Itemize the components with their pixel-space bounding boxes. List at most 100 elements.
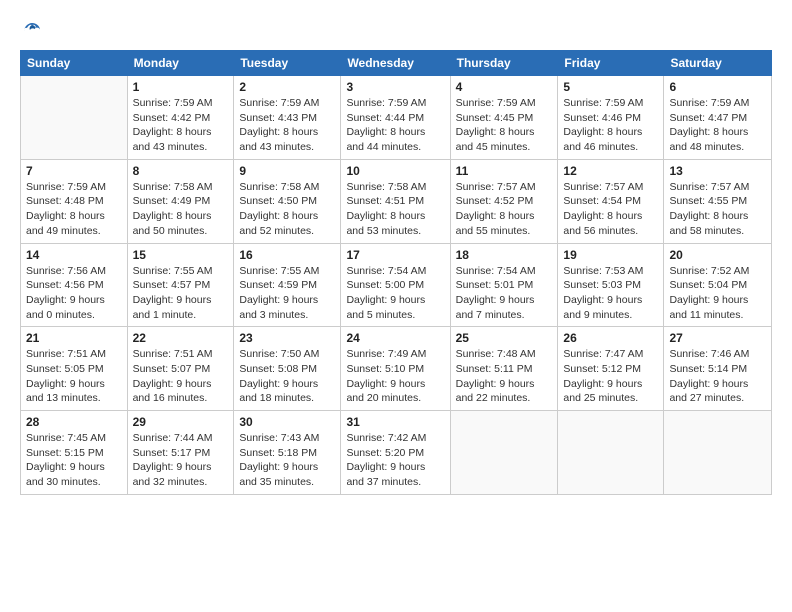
day-info: Sunrise: 7:57 AM Sunset: 4:55 PM Dayligh… [669,180,766,239]
cell-week3-day1: 15 Sunrise: 7:55 AM Sunset: 4:57 PM Dayli… [127,243,234,327]
day-number: 31 [346,415,444,429]
day-info: Sunrise: 7:45 AM Sunset: 5:15 PM Dayligh… [26,431,122,490]
day-number: 14 [26,248,122,262]
day-number: 6 [669,80,766,94]
day-number: 22 [133,331,229,345]
weekday-header-row: Sunday Monday Tuesday Wednesday Thursday… [21,51,772,76]
header-saturday: Saturday [664,51,772,76]
day-info: Sunrise: 7:43 AM Sunset: 5:18 PM Dayligh… [239,431,335,490]
day-number: 29 [133,415,229,429]
week-row-3: 14 Sunrise: 7:56 AM Sunset: 4:56 PM Dayli… [21,243,772,327]
day-info: Sunrise: 7:47 AM Sunset: 5:12 PM Dayligh… [563,347,658,406]
day-number: 20 [669,248,766,262]
cell-week1-day3: 3 Sunrise: 7:59 AM Sunset: 4:44 PM Daylig… [341,76,450,160]
header-tuesday: Tuesday [234,51,341,76]
cell-week3-day5: 19 Sunrise: 7:53 AM Sunset: 5:03 PM Dayli… [558,243,664,327]
header-thursday: Thursday [450,51,558,76]
day-info: Sunrise: 7:58 AM Sunset: 4:50 PM Dayligh… [239,180,335,239]
week-row-1: 1 Sunrise: 7:59 AM Sunset: 4:42 PM Daylig… [21,76,772,160]
cell-week1-day0 [21,76,128,160]
day-number: 16 [239,248,335,262]
cell-week2-day4: 11Sunrise: 7:57 AM Sunset: 4:52 PM Dayli… [450,159,558,243]
cell-week1-day5: 5 Sunrise: 7:59 AM Sunset: 4:46 PM Daylig… [558,76,664,160]
cell-week2-day2: 9 Sunrise: 7:58 AM Sunset: 4:50 PM Daylig… [234,159,341,243]
cell-week1-day1: 1 Sunrise: 7:59 AM Sunset: 4:42 PM Daylig… [127,76,234,160]
day-number: 23 [239,331,335,345]
cell-week5-day1: 29 Sunrise: 7:44 AM Sunset: 5:17 PM Dayli… [127,411,234,495]
day-number: 24 [346,331,444,345]
cell-week4-day5: 26 Sunrise: 7:47 AM Sunset: 5:12 PM Dayli… [558,327,664,411]
logo [20,20,42,40]
day-info: Sunrise: 7:52 AM Sunset: 5:04 PM Dayligh… [669,264,766,323]
cell-week5-day2: 30 Sunrise: 7:43 AM Sunset: 5:18 PM Dayli… [234,411,341,495]
day-info: Sunrise: 7:55 AM Sunset: 4:59 PM Dayligh… [239,264,335,323]
day-number: 11 [456,164,553,178]
day-info: Sunrise: 7:50 AM Sunset: 5:08 PM Dayligh… [239,347,335,406]
day-number: 5 [563,80,658,94]
day-info: Sunrise: 7:44 AM Sunset: 5:17 PM Dayligh… [133,431,229,490]
header-sunday: Sunday [21,51,128,76]
cell-week2-day3: 10 Sunrise: 7:58 AM Sunset: 4:51 PM Dayli… [341,159,450,243]
day-number: 26 [563,331,658,345]
cell-week3-day2: 16 Sunrise: 7:55 AM Sunset: 4:59 PM Dayli… [234,243,341,327]
day-info: Sunrise: 7:59 AM Sunset: 4:42 PM Dayligh… [133,96,229,155]
day-info: Sunrise: 7:57 AM Sunset: 4:54 PM Dayligh… [563,180,658,239]
cell-week3-day4: 18 Sunrise: 7:54 AM Sunset: 5:01 PM Dayli… [450,243,558,327]
cell-week5-day5 [558,411,664,495]
day-info: Sunrise: 7:46 AM Sunset: 5:14 PM Dayligh… [669,347,766,406]
cell-week5-day0: 28 Sunrise: 7:45 AM Sunset: 5:15 PM Dayli… [21,411,128,495]
cell-week4-day4: 25Sunrise: 7:48 AM Sunset: 5:11 PM Dayli… [450,327,558,411]
cell-week4-day6: 27 Sunrise: 7:46 AM Sunset: 5:14 PM Dayli… [664,327,772,411]
week-row-5: 28 Sunrise: 7:45 AM Sunset: 5:15 PM Dayli… [21,411,772,495]
day-number: 8 [133,164,229,178]
day-number: 9 [239,164,335,178]
day-number: 13 [669,164,766,178]
cell-week4-day0: 21 Sunrise: 7:51 AM Sunset: 5:05 PM Dayli… [21,327,128,411]
day-info: Sunrise: 7:59 AM Sunset: 4:44 PM Dayligh… [346,96,444,155]
day-info: Sunrise: 7:55 AM Sunset: 4:57 PM Dayligh… [133,264,229,323]
cell-week2-day0: 7 Sunrise: 7:59 AM Sunset: 4:48 PM Daylig… [21,159,128,243]
day-number: 10 [346,164,444,178]
day-info: Sunrise: 7:42 AM Sunset: 5:20 PM Dayligh… [346,431,444,490]
day-info: Sunrise: 7:58 AM Sunset: 4:51 PM Dayligh… [346,180,444,239]
day-info: Sunrise: 7:59 AM Sunset: 4:43 PM Dayligh… [239,96,335,155]
day-number: 2 [239,80,335,94]
day-info: Sunrise: 7:53 AM Sunset: 5:03 PM Dayligh… [563,264,658,323]
header-friday: Friday [558,51,664,76]
cell-week3-day0: 14 Sunrise: 7:56 AM Sunset: 4:56 PM Dayli… [21,243,128,327]
header-monday: Monday [127,51,234,76]
day-number: 15 [133,248,229,262]
day-number: 1 [133,80,229,94]
cell-week5-day4 [450,411,558,495]
day-info: Sunrise: 7:59 AM Sunset: 4:46 PM Dayligh… [563,96,658,155]
week-row-2: 7 Sunrise: 7:59 AM Sunset: 4:48 PM Daylig… [21,159,772,243]
day-info: Sunrise: 7:49 AM Sunset: 5:10 PM Dayligh… [346,347,444,406]
header-wednesday: Wednesday [341,51,450,76]
day-info: Sunrise: 7:54 AM Sunset: 5:00 PM Dayligh… [346,264,444,323]
day-number: 21 [26,331,122,345]
calendar-table: Sunday Monday Tuesday Wednesday Thursday… [20,50,772,495]
day-number: 3 [346,80,444,94]
cell-week1-day6: 6 Sunrise: 7:59 AM Sunset: 4:47 PM Daylig… [664,76,772,160]
day-number: 27 [669,331,766,345]
day-number: 4 [456,80,553,94]
day-number: 18 [456,248,553,262]
cell-week2-day6: 13 Sunrise: 7:57 AM Sunset: 4:55 PM Dayli… [664,159,772,243]
logo-bird-icon [22,20,42,40]
day-number: 19 [563,248,658,262]
cell-week1-day2: 2 Sunrise: 7:59 AM Sunset: 4:43 PM Daylig… [234,76,341,160]
day-info: Sunrise: 7:59 AM Sunset: 4:47 PM Dayligh… [669,96,766,155]
cell-week3-day6: 20 Sunrise: 7:52 AM Sunset: 5:04 PM Dayli… [664,243,772,327]
day-number: 7 [26,164,122,178]
day-number: 28 [26,415,122,429]
day-info: Sunrise: 7:59 AM Sunset: 4:45 PM Dayligh… [456,96,553,155]
day-info: Sunrise: 7:51 AM Sunset: 5:05 PM Dayligh… [26,347,122,406]
cell-week5-day3: 31 Sunrise: 7:42 AM Sunset: 5:20 PM Dayli… [341,411,450,495]
day-info: Sunrise: 7:54 AM Sunset: 5:01 PM Dayligh… [456,264,553,323]
day-number: 30 [239,415,335,429]
day-info: Sunrise: 7:56 AM Sunset: 4:56 PM Dayligh… [26,264,122,323]
cell-week4-day2: 23 Sunrise: 7:50 AM Sunset: 5:08 PM Dayli… [234,327,341,411]
day-info: Sunrise: 7:59 AM Sunset: 4:48 PM Dayligh… [26,180,122,239]
cell-week4-day3: 24 Sunrise: 7:49 AM Sunset: 5:10 PM Dayli… [341,327,450,411]
cell-week5-day6 [664,411,772,495]
